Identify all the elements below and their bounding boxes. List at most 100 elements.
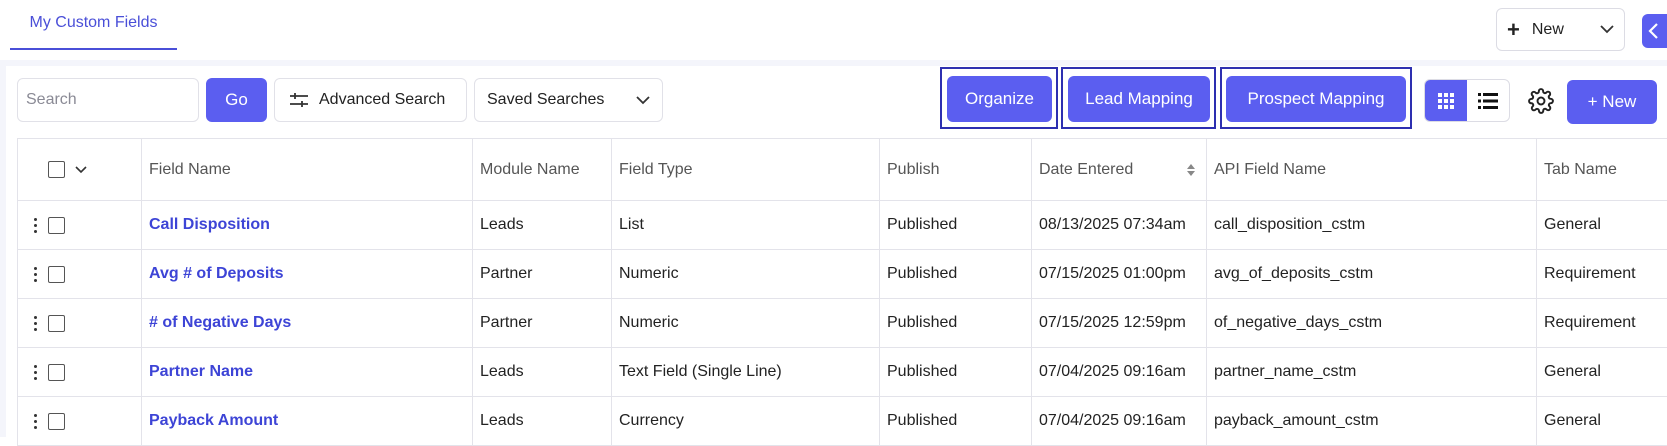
cell-text: call_disposition_cstm [1214,216,1366,233]
row-checkbox[interactable] [48,314,65,332]
api-field-name-cell: partner_name_cstm [1207,348,1537,396]
field-name-cell: Payback Amount [142,397,473,445]
cell-text: payback_amount_cstm [1214,412,1379,429]
cell-text: 07/04/2025 09:16am [1039,363,1186,380]
go-button[interactable]: Go [206,78,267,122]
cell-text: Published [887,265,958,282]
field-type-cell: Currency [612,397,880,445]
saved-searches-dropdown[interactable]: Saved Searches [474,78,663,122]
field-name-link[interactable]: Payback Amount [149,412,278,430]
api-field-name-cell: call_disposition_cstm [1207,201,1537,249]
row-checkbox[interactable] [48,363,65,381]
advanced-search-label: Advanced Search [319,91,446,108]
new-dropdown-label: New [1531,20,1564,38]
column-header-label: Field Type [619,160,693,178]
publish-cell: Published [880,250,1032,298]
cell-text: Numeric [619,314,679,331]
lead-mapping-label: Lead Mapping [1085,89,1193,108]
chevron-down-icon[interactable] [75,165,87,174]
row-actions-cell [17,397,142,445]
cell-text: General [1544,363,1601,380]
row-actions-cell [17,299,142,347]
lead-mapping-button[interactable]: Lead Mapping [1068,76,1210,122]
kebab-menu-icon[interactable] [28,266,42,282]
cell-text: avg_of_deposits_cstm [1214,265,1374,282]
kebab-menu-icon[interactable] [28,413,42,429]
collapse-panel-button[interactable] [1642,14,1667,48]
cell-text: 07/04/2025 09:16am [1039,412,1186,429]
column-header-module-name[interactable]: Module Name [473,139,612,200]
cell-text: Published [887,216,958,233]
cell-text: Numeric [619,265,679,282]
new-dropdown[interactable]: + New [1496,8,1625,51]
content-area: Go Advanced Search Saved Searches Organi… [0,60,1667,446]
column-header-label: Date Entered [1039,160,1134,178]
cell-text: 07/15/2025 01:00pm [1039,265,1186,282]
cell-text: List [619,216,644,233]
list-view-button[interactable] [1467,80,1509,121]
gear-icon [1528,88,1554,114]
column-header-publish[interactable]: Publish [880,139,1032,200]
select-all-checkbox[interactable] [48,161,65,178]
api-field-name-cell: avg_of_deposits_cstm [1207,250,1537,298]
kebab-menu-icon[interactable] [28,364,42,380]
date-entered-cell: 07/04/2025 09:16am [1032,348,1207,396]
list-panel: Go Advanced Search Saved Searches Organi… [6,66,1667,446]
field-name-link[interactable]: Avg # of Deposits [149,265,284,283]
cell-text: partner_name_cstm [1214,363,1357,380]
column-header-field-type[interactable]: Field Type [612,139,880,200]
kebab-menu-icon[interactable] [28,315,42,331]
new-button[interactable]: + New [1567,80,1657,124]
row-actions-cell [17,250,142,298]
cell-text: Partner [480,265,533,282]
sort-icon[interactable] [1186,163,1196,177]
table-row: # of Negative Days Partner Numeric Publi… [17,299,1667,348]
column-header-date-entered[interactable]: Date Entered [1032,139,1207,200]
organize-button[interactable]: Organize [947,76,1052,122]
prospect-mapping-button[interactable]: Prospect Mapping [1226,76,1406,122]
kebab-menu-icon[interactable] [28,217,42,233]
cell-text: General [1544,412,1601,429]
field-name-link[interactable]: Partner Name [149,363,253,381]
tab-name-cell: General [1537,397,1667,445]
cell-text: Leads [480,363,524,380]
publish-cell: Published [880,348,1032,396]
cell-text: Text Field (Single Line) [619,363,782,380]
field-name-cell: Avg # of Deposits [142,250,473,298]
grid-view-button[interactable] [1425,80,1467,121]
row-checkbox[interactable] [48,216,65,234]
cell-text: 08/13/2025 07:34am [1039,216,1186,233]
table-row: Avg # of Deposits Partner Numeric Publis… [17,250,1667,299]
tab-label: My Custom Fields [29,14,158,31]
field-name-link[interactable]: # of Negative Days [149,314,291,332]
search-input[interactable] [17,78,199,122]
chevron-left-icon [1647,23,1659,39]
settings-button[interactable] [1526,86,1556,116]
cell-text: 07/15/2025 12:59pm [1039,314,1186,331]
advanced-search-button[interactable]: Advanced Search [274,78,467,122]
publish-cell: Published [880,299,1032,347]
tab-name-cell: General [1537,201,1667,249]
date-entered-cell: 08/13/2025 07:34am [1032,201,1207,249]
column-header-label: Field Name [149,160,231,178]
table-row: Partner Name Leads Text Field (Single Li… [17,348,1667,397]
cell-text: General [1544,216,1601,233]
field-name-link[interactable]: Call Disposition [149,216,270,234]
row-checkbox[interactable] [48,265,65,283]
column-header-field-name[interactable]: Field Name [142,139,473,200]
publish-cell: Published [880,201,1032,249]
column-header-label: API Field Name [1214,160,1327,178]
cell-text: of_negative_days_cstm [1214,314,1383,331]
custom-fields-table: Field Name Module Name Field Type Publis… [17,138,1667,446]
column-header-tab-name[interactable]: Tab Name [1537,139,1667,200]
chevron-down-icon [1600,25,1614,34]
field-name-cell: # of Negative Days [142,299,473,347]
grid-view-icon [1438,92,1454,109]
cell-text: Leads [480,412,524,429]
cell-text: Published [887,314,958,331]
row-checkbox[interactable] [48,412,65,430]
module-name-cell: Leads [473,348,612,396]
select-all-cell [17,139,142,200]
tab-my-custom-fields[interactable]: My Custom Fields [10,0,177,50]
column-header-api-field-name[interactable]: API Field Name [1207,139,1537,200]
